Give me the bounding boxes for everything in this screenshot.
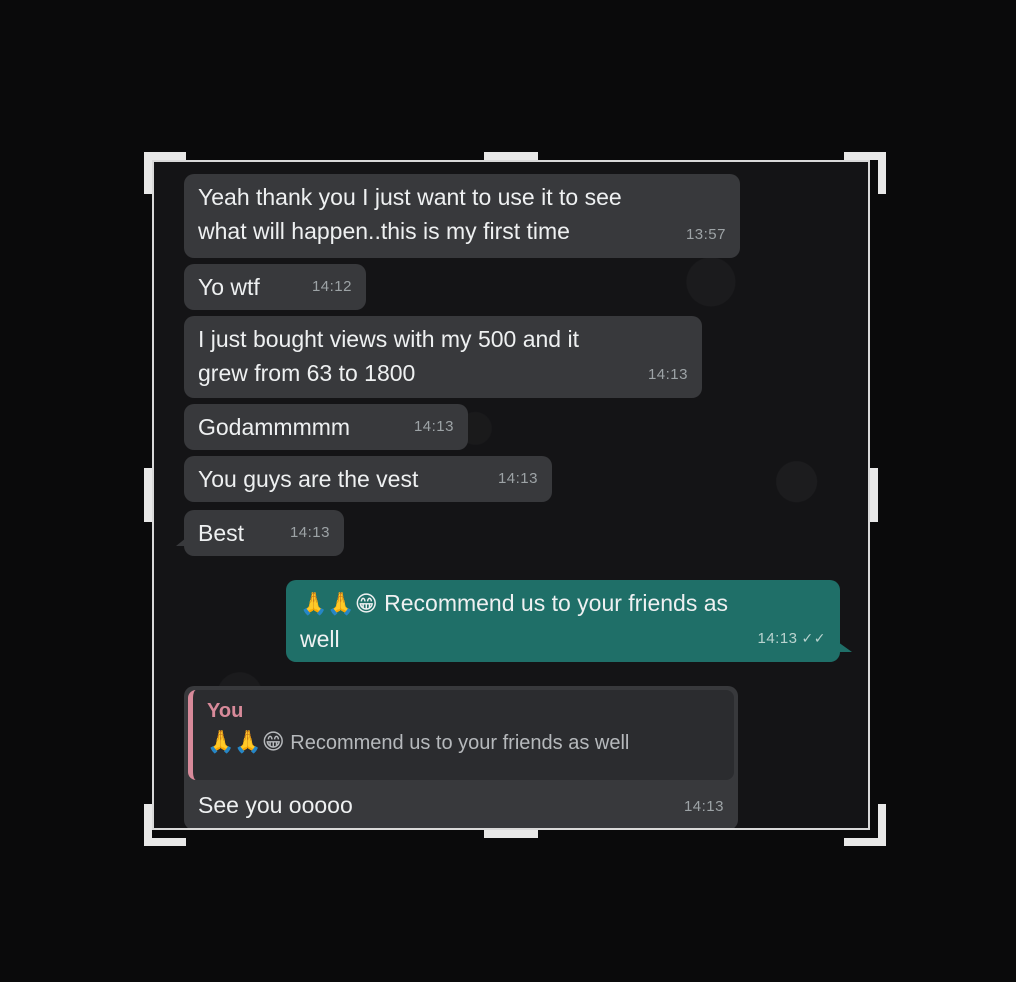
message-bubble[interactable]: I just bought views with my 500 and it g… (184, 316, 702, 398)
bubble-tail (838, 642, 852, 652)
message-bubble[interactable]: Yeah thank you I just want to use it to … (184, 174, 740, 258)
message-text: well (300, 626, 340, 652)
message-time: 14:13 (683, 798, 724, 815)
chat-crop-frame: Yeah thank you I just want to use it to … (152, 160, 870, 830)
crop-corner-handle[interactable] (144, 152, 186, 194)
message-time-value: 14:13 (757, 630, 798, 647)
pray-grin-emoji-icon: 🙏🙏😁 (207, 730, 285, 755)
crop-corner-handle[interactable] (844, 804, 886, 846)
screen: Yeah thank you I just want to use it to … (0, 0, 1016, 982)
quote-author: You (207, 700, 244, 722)
crop-corner-handle[interactable] (144, 804, 186, 846)
double-check-icon: ✓✓ (801, 630, 826, 646)
crop-edge-handle-top[interactable] (484, 152, 538, 160)
crop-edge-handle-right[interactable] (870, 468, 878, 522)
message-time: 14:13 (497, 470, 538, 487)
message-time: 14:13 (647, 366, 688, 383)
message-time: 14:13 ✓✓ (757, 621, 826, 656)
message-time: 14:13 (289, 524, 330, 541)
message-time: 13:57 (685, 226, 726, 243)
message-bubble[interactable]: Best 14:13 (176, 510, 344, 556)
message-text: grew from 63 to 1800 (198, 360, 416, 386)
message-text: Recommend us to your friends as (384, 590, 729, 616)
message-text: You guys are the vest (198, 466, 419, 492)
bubble-tail (176, 538, 186, 546)
message-text: Yeah thank you I just want to use it to … (198, 184, 622, 210)
crop-edge-handle-left[interactable] (144, 468, 152, 522)
message-text: what will happen..this is my first time (198, 218, 570, 244)
message-bubble[interactable]: Godammmmm 14:13 (184, 404, 468, 450)
pray-grin-emoji-icon: 🙏🙏😁 (300, 592, 378, 617)
message-bubble-reply[interactable]: You 🙏🙏😁 Recommend us to your friends as … (184, 686, 738, 828)
message-text: See you ooooo (198, 792, 353, 818)
quoted-message[interactable]: You 🙏🙏😁 Recommend us to your friends as … (188, 690, 734, 780)
quote-text: Recommend us to your friends as well (290, 732, 630, 754)
crop-corner-handle[interactable] (844, 152, 886, 194)
message-time: 14:13 (413, 418, 454, 435)
message-text: I just bought views with my 500 and it (198, 326, 579, 352)
message-time: 14:12 (311, 278, 352, 295)
crop-edge-handle-bottom[interactable] (484, 830, 538, 838)
message-bubble[interactable]: Yo wtf 14:12 (184, 264, 366, 310)
message-bubble[interactable]: You guys are the vest 14:13 (184, 456, 552, 502)
message-bubble-outgoing[interactable]: 🙏🙏😁 Recommend us to your friends as well… (286, 580, 852, 662)
